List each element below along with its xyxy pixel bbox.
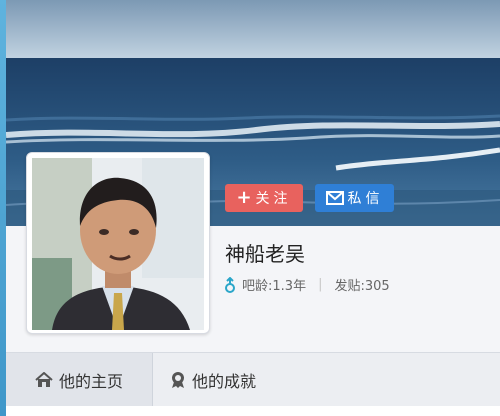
page-bottom — [6, 406, 500, 416]
posts-label: 发贴:305 — [334, 279, 390, 294]
stats-divider: | — [318, 277, 323, 292]
avatar[interactable] — [26, 152, 210, 334]
tab-achievements-label: 他的成就 — [192, 372, 257, 391]
age-label: 吧龄:1.3年 — [242, 279, 307, 294]
plus-icon: + — [236, 187, 252, 208]
award-icon — [170, 371, 186, 389]
mail-icon — [325, 191, 344, 205]
profile-stats: 吧龄:1.3年 | 发贴:305 — [224, 275, 390, 294]
tab-home[interactable]: 他的主页 — [6, 353, 153, 407]
message-label: 私信 — [347, 191, 384, 207]
tab-home-label: 他的主页 — [58, 372, 123, 391]
profile-tabs: 他的主页 他的成就 — [6, 352, 500, 407]
home-icon — [35, 372, 53, 388]
tab-achievements[interactable]: 他的成就 — [170, 353, 256, 407]
follow-button[interactable]: + 关注 — [225, 184, 303, 212]
follow-label: 关注 — [255, 191, 292, 207]
message-button[interactable]: 私信 — [315, 184, 394, 212]
male-gender-icon — [224, 276, 236, 293]
username: 神船老吴 — [225, 242, 305, 266]
